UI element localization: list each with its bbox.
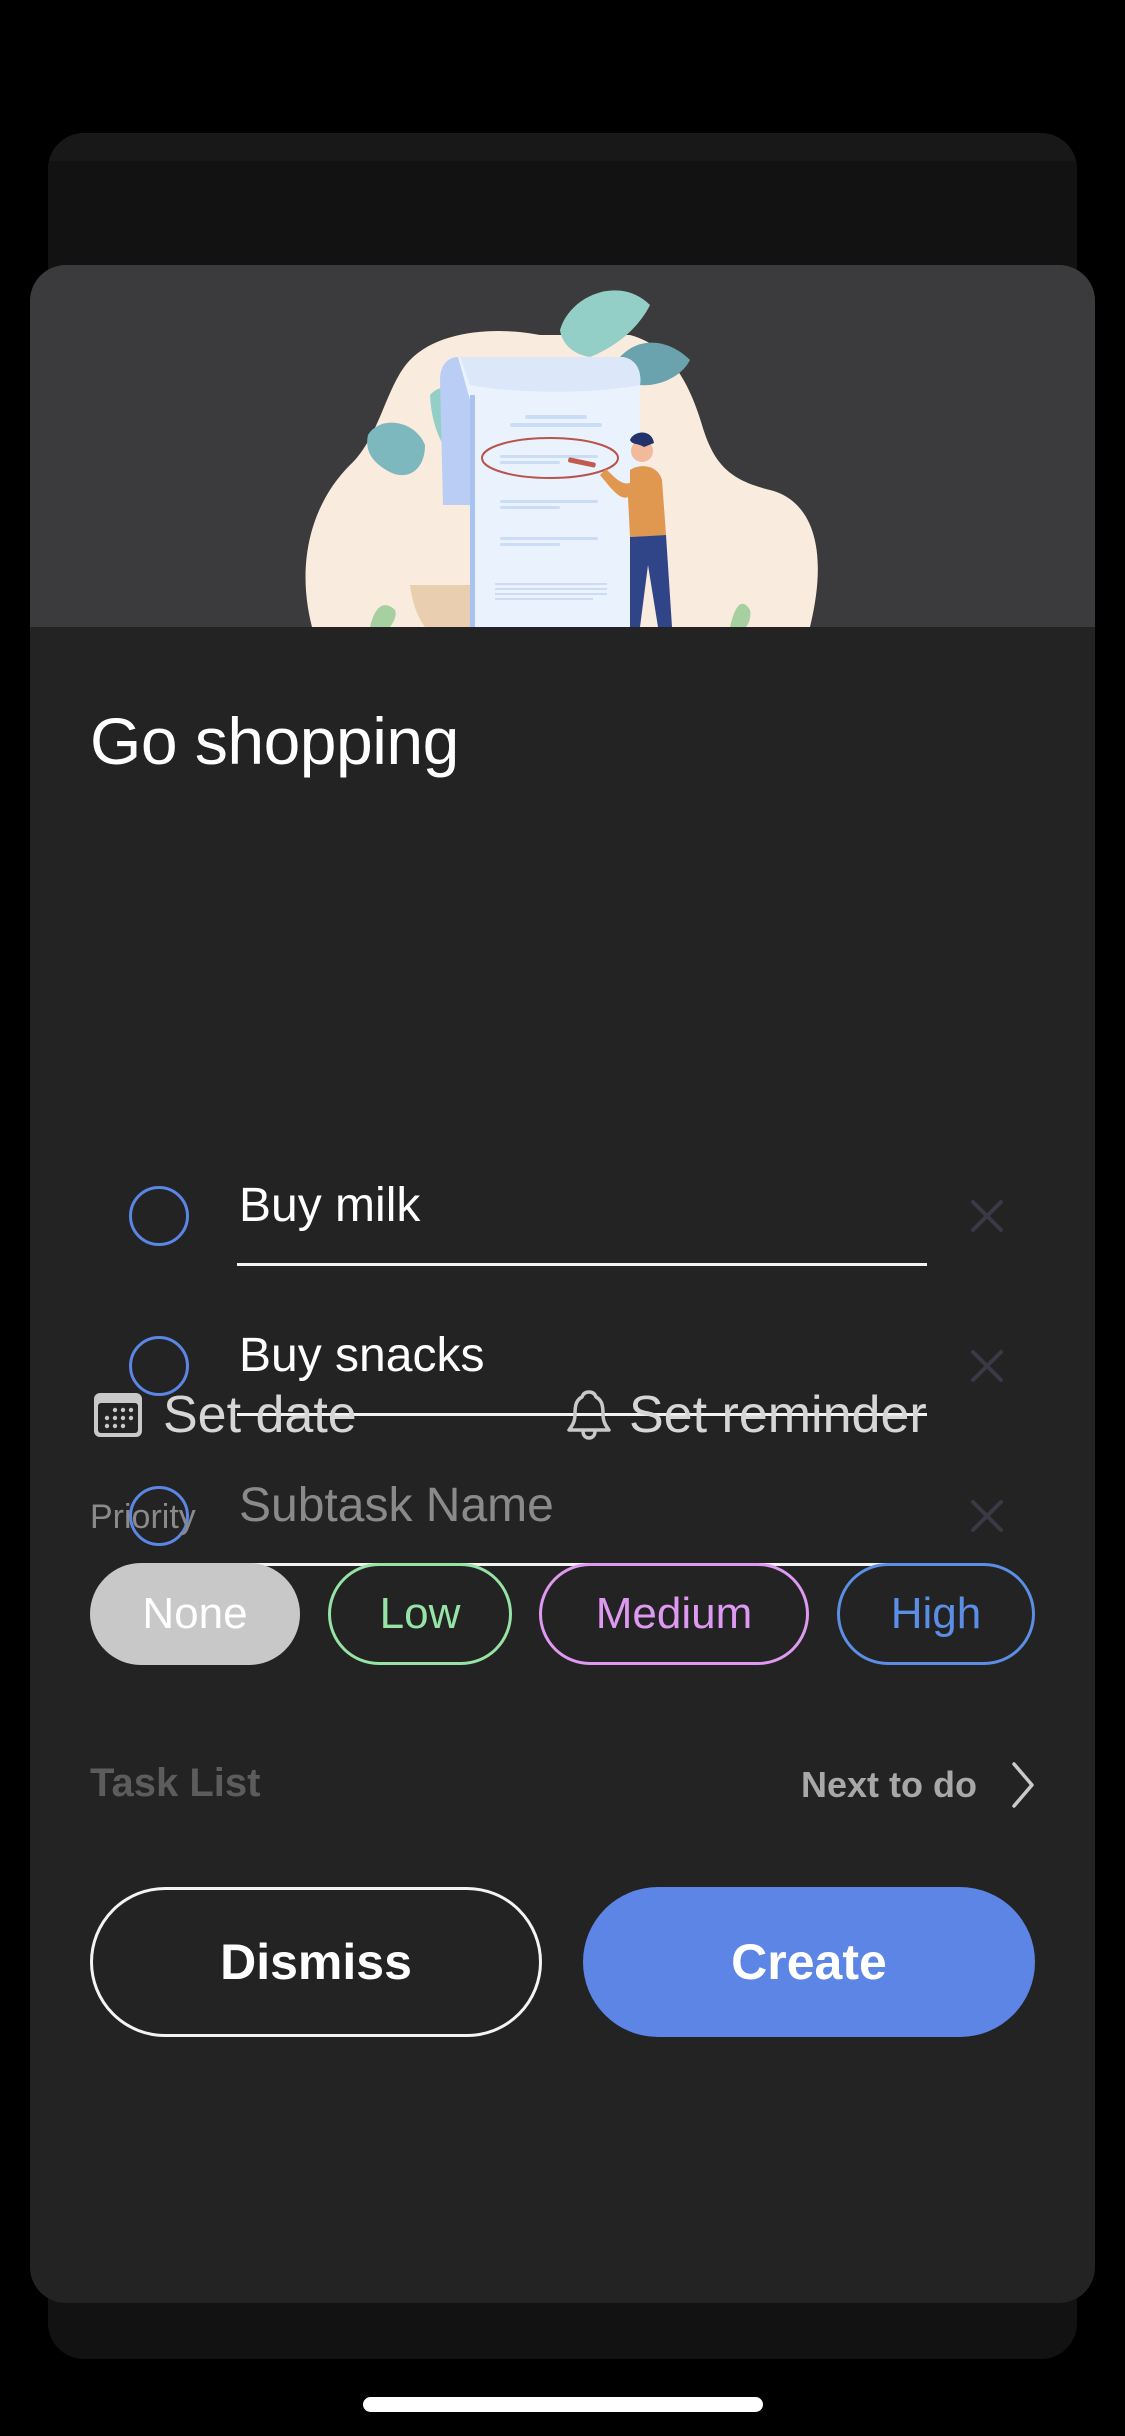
paper-sheet: [458, 357, 641, 627]
priority-selector: None Low Medium High: [30, 1563, 1095, 1667]
subtask-row: [30, 1170, 1095, 1280]
new-task-sheet: Go shopping Buy milk Buy snacks Subtask …: [30, 265, 1095, 2303]
priority-high-chip[interactable]: High: [837, 1563, 1035, 1665]
priority-none-chip[interactable]: None: [90, 1563, 300, 1665]
create-button[interactable]: Create: [583, 1887, 1035, 2037]
checklist-illustration: [305, 290, 818, 627]
background-card-header: [48, 133, 1077, 161]
home-indicator[interactable]: [363, 2397, 763, 2412]
circle-outline-icon[interactable]: [129, 1186, 189, 1246]
task-title[interactable]: Go shopping: [90, 703, 459, 779]
close-icon[interactable]: [965, 1494, 1009, 1538]
set-reminder-button[interactable]: Set reminder: [565, 1375, 927, 1455]
task-list-selector[interactable]: Next to do: [801, 1745, 1035, 1825]
priority-medium-chip[interactable]: Medium: [539, 1563, 809, 1665]
subtask-input[interactable]: [237, 1170, 927, 1266]
subtask-name-input[interactable]: [237, 1470, 927, 1566]
calendar-icon: [94, 1393, 142, 1437]
bell-icon: [567, 1390, 611, 1440]
close-icon[interactable]: [965, 1194, 1009, 1238]
task-list-label: Task List: [90, 1761, 261, 1805]
task-list-row: Task List Next to do: [30, 1745, 1095, 1825]
date-reminder-row: Set date Set reminder: [30, 1375, 1095, 1455]
priority-low-chip[interactable]: Low: [328, 1563, 512, 1665]
action-buttons: Dismiss Create: [30, 1887, 1095, 2037]
set-date-label: Set date: [163, 1386, 357, 1444]
task-list-value: Next to do: [801, 1764, 977, 1805]
dismiss-button[interactable]: Dismiss: [90, 1887, 542, 2037]
set-reminder-label: Set reminder: [629, 1386, 927, 1444]
chevron-right-icon: [1012, 1762, 1034, 1808]
priority-label: Priority: [90, 1498, 196, 1536]
hero-banner: [30, 265, 1095, 627]
set-date-button[interactable]: Set date: [93, 1375, 357, 1455]
